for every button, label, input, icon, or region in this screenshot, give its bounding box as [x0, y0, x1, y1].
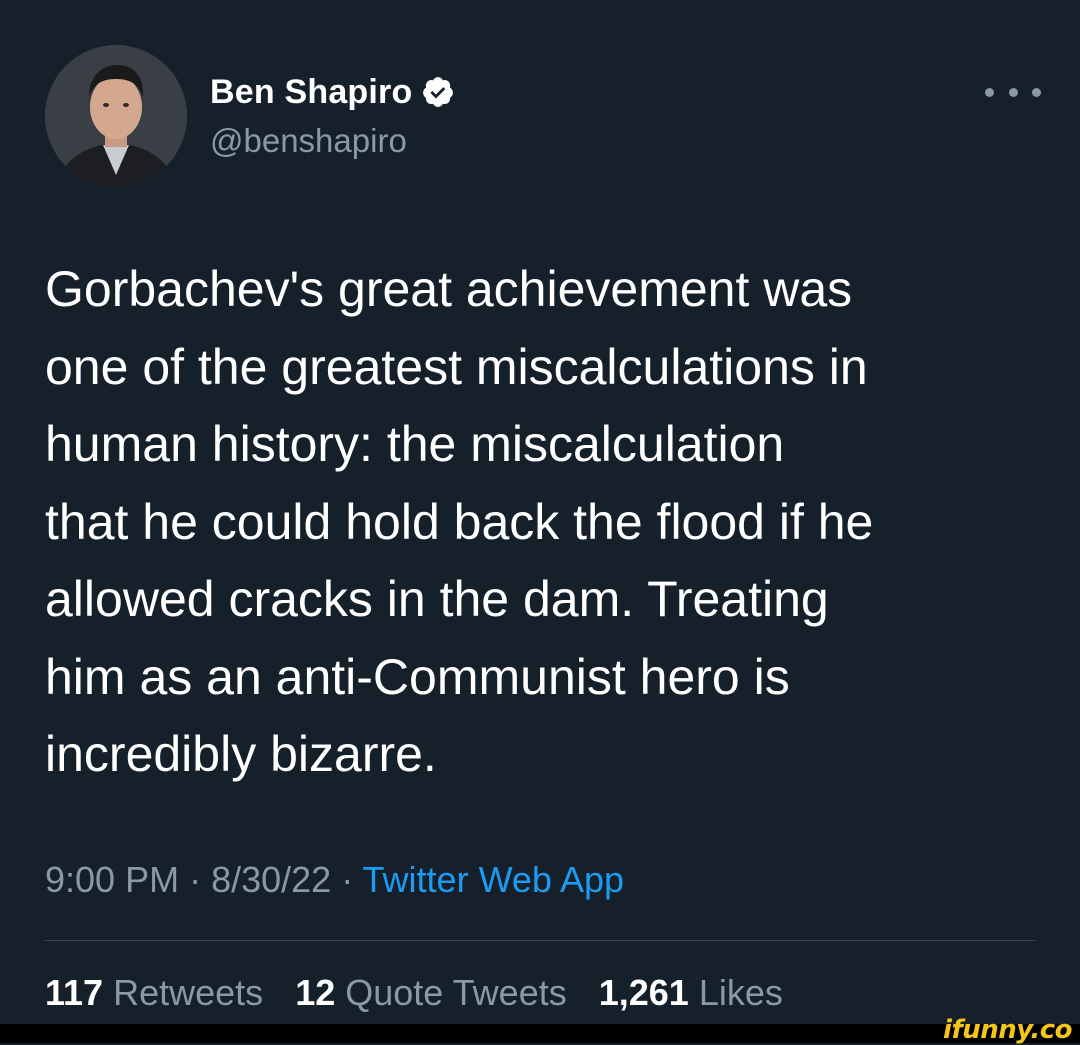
- tweet-date[interactable]: 8/30/22: [211, 859, 331, 900]
- tweet-stats: 117 Retweets 12 Quote Tweets 1,261 Likes: [45, 972, 805, 1014]
- tweet-text-line: human history: the miscalculation: [45, 416, 785, 472]
- divider: [45, 940, 1035, 941]
- retweets-label: Retweets: [113, 972, 264, 1013]
- quote-tweets-stat[interactable]: 12 Quote Tweets: [295, 972, 567, 1013]
- likes-count: 1,261: [598, 972, 689, 1013]
- more-horizontal-icon: [1008, 87, 1018, 97]
- retweets-count: 117: [45, 972, 104, 1013]
- tweet-time[interactable]: 9:00 PM: [45, 859, 179, 900]
- more-horizontal-icon: [985, 87, 994, 97]
- meta-separator: ·: [179, 859, 212, 900]
- tweet-text-line: him as an anti-Communist hero is: [45, 648, 790, 705]
- meta-separator: ·: [331, 859, 363, 900]
- avatar-portrait-icon: [45, 45, 187, 187]
- tweet-text-line: allowed cracks in the dam. Treating: [45, 571, 829, 627]
- more-options-button[interactable]: [985, 78, 1041, 106]
- likes-stat[interactable]: 1,261 Likes: [599, 972, 783, 1013]
- tweet-source-link[interactable]: Twitter Web App: [363, 859, 624, 900]
- watermark-logo: ifunny.co: [943, 1015, 1072, 1045]
- tweet-text-line: that he could hold back the flood if he: [45, 493, 874, 550]
- likes-label: Likes: [698, 972, 783, 1013]
- retweets-stat[interactable]: 117 Retweets: [45, 972, 263, 1013]
- verified-badge-icon: [423, 77, 454, 107]
- tweet-text-line: one of the greatest miscalculations in: [45, 338, 868, 395]
- tweet-text-line: incredibly bizarre.: [45, 726, 437, 782]
- tweet-text: Gorbachev's great achievement was one of…: [45, 251, 1045, 794]
- author-name-row[interactable]: Ben Shapiro: [210, 70, 455, 114]
- quote-tweets-label: Quote Tweets: [345, 972, 567, 1013]
- tweet-card: Ben Shapiro @benshapiro Gorbachev's grea…: [0, 0, 1080, 1045]
- avatar[interactable]: [45, 45, 187, 187]
- footer-bar: [0, 1024, 1080, 1043]
- more-horizontal-icon: [1032, 87, 1041, 97]
- author-handle[interactable]: @benshapiro: [210, 122, 407, 160]
- tweet-meta: 9:00 PM · 8/30/22 · Twitter Web App: [45, 859, 624, 901]
- author-name[interactable]: Ben Shapiro: [210, 73, 412, 112]
- tweet-text-line: Gorbachev's great achievement was: [45, 261, 853, 317]
- quote-tweets-count: 12: [295, 972, 336, 1013]
